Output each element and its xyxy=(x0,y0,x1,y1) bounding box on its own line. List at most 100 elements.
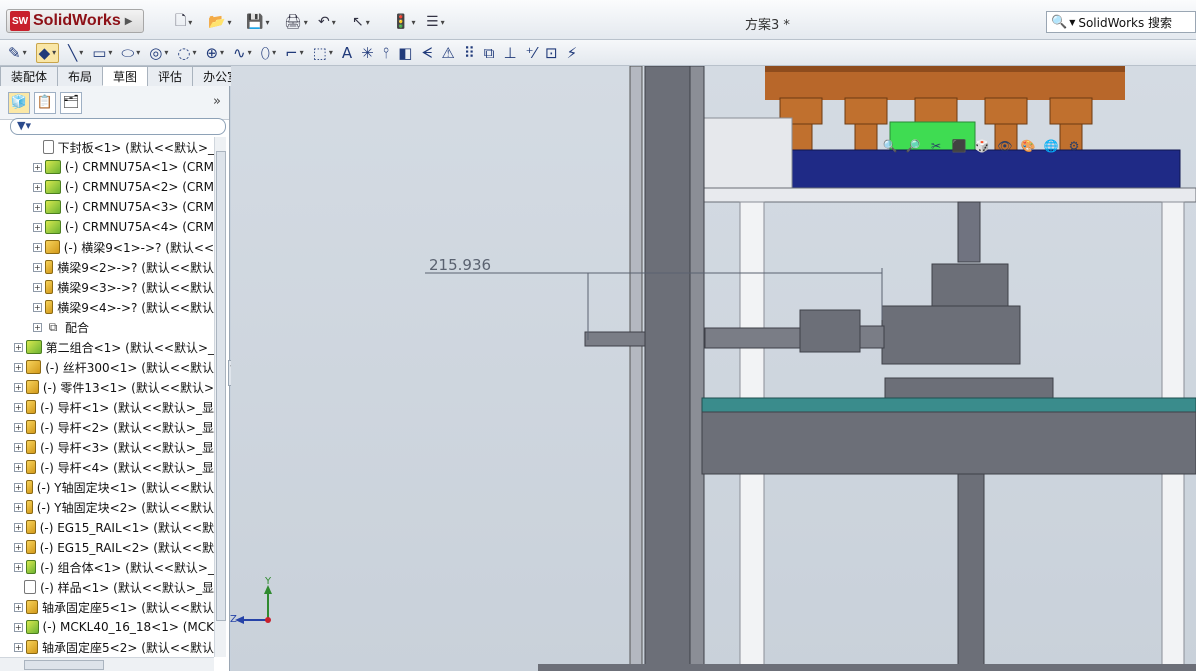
print-icon[interactable]: 🖨 ▾ xyxy=(284,12,308,32)
tab-3[interactable]: 评估 xyxy=(147,66,194,86)
mirror-icon[interactable]: ᗕ xyxy=(421,44,432,62)
tree-item[interactable]: + 横梁9<2>->? (默认<<默认 xyxy=(0,257,214,277)
trim-icon[interactable]: ⫯ xyxy=(383,44,390,62)
search-input[interactable]: SolidWorks 搜索 xyxy=(1078,14,1172,31)
chevron-down-icon[interactable]: ▾ xyxy=(79,48,83,57)
expand-icon[interactable]: + xyxy=(14,362,23,372)
tree-item[interactable]: + (-) CRMNU75A<2> (CRM xyxy=(0,177,214,197)
expand-icon[interactable]: + xyxy=(33,302,42,312)
tab-2[interactable]: 草图 xyxy=(102,66,149,86)
rebuild-icon[interactable]: 🚦 ▾ xyxy=(392,12,415,32)
scroll-thumb[interactable] xyxy=(24,660,104,670)
tree-item[interactable]: + (-) 导杆<1> (默认<<默认>_显 xyxy=(0,397,214,417)
move-icon[interactable]: ⧉ xyxy=(484,44,495,62)
expand-icon[interactable]: + xyxy=(14,382,23,392)
expand-icon[interactable]: + xyxy=(33,162,42,172)
circle-icon[interactable]: ◎ ▾ xyxy=(149,44,168,62)
chevron-down-icon[interactable]: ▾ xyxy=(192,48,196,57)
text-icon[interactable]: A xyxy=(342,44,352,62)
tree-item[interactable]: + (-) 导杆<2> (默认<<默认>_显 xyxy=(0,417,214,437)
zoom-to-fit-icon[interactable]: 🔍 xyxy=(881,137,899,155)
new-file-icon[interactable]: 🗋 ▾ xyxy=(175,12,192,32)
fillet-icon[interactable]: ⌐ ▾ xyxy=(285,44,304,62)
tree-item[interactable]: + (-) 横梁9<1>->? (默认<< xyxy=(0,237,214,257)
line-icon[interactable]: ╲ ▾ xyxy=(68,44,83,62)
tab-1[interactable]: 布局 xyxy=(57,66,104,86)
chevron-down-icon[interactable]: ▾ xyxy=(265,18,269,27)
edit-appearance-icon[interactable]: 🎨 xyxy=(1019,137,1037,155)
relations-icon[interactable]: ⊥ xyxy=(504,44,517,62)
expand-icon[interactable]: + xyxy=(33,322,42,332)
graphics-area[interactable]: 🔍 🔎 ✂ ⬛ 🎲 👁 🎨 🌐 ⚙ xyxy=(231,66,1196,671)
chevron-down-icon[interactable]: ▾ xyxy=(23,48,27,57)
vertical-scrollbar[interactable] xyxy=(214,137,226,657)
chevron-down-icon[interactable]: ▾ xyxy=(304,18,308,27)
tree-item[interactable]: + (-) Y轴固定块<2> (默认<<默认 xyxy=(0,497,214,517)
tree-item[interactable]: + 横梁9<4>->? (默认<<默认 xyxy=(0,297,214,317)
rapid-sketch-icon[interactable]: ⚡ xyxy=(567,44,578,62)
filter-field[interactable]: ▼▾ xyxy=(10,118,226,135)
tree-item[interactable]: + (-) 导杆<3> (默认<<默认>_显 xyxy=(0,437,214,457)
chevron-down-icon[interactable]: ▼ xyxy=(1069,18,1075,27)
expand-icon[interactable]: + xyxy=(14,522,23,532)
view-orientation-icon[interactable]: ⬛ xyxy=(950,137,968,155)
tree-item[interactable]: (-) 样品<1> (默认<<默认>_显 xyxy=(0,577,214,597)
search-icon[interactable]: 🔍 xyxy=(1051,15,1067,30)
undo-icon[interactable]: ↶ ▾ xyxy=(318,12,336,32)
chevron-down-icon[interactable]: ▾ xyxy=(164,48,168,57)
search-box[interactable]: 🔍 ▼ SolidWorks 搜索 xyxy=(1046,11,1196,33)
options-icon[interactable]: ☰ ▾ xyxy=(426,12,445,32)
smart-dimension-icon[interactable]: ◆ ▾ xyxy=(35,42,60,63)
zoom-area-icon[interactable]: 🔎 xyxy=(904,137,922,155)
expand-panel-icon[interactable]: » xyxy=(213,94,221,109)
tree-item[interactable]: + (-) EG15_RAIL<1> (默认<<默 xyxy=(0,517,214,537)
tree-item[interactable]: + (-) CRMNU75A<4> (CRM xyxy=(0,217,214,237)
configuration-manager-icon[interactable]: 🗂 xyxy=(60,91,82,114)
feature-manager-icon[interactable]: 🧊 xyxy=(8,91,30,114)
tree-item[interactable]: + (-) 丝杆300<1> (默认<<默认 xyxy=(0,357,214,377)
expand-icon[interactable]: + xyxy=(14,482,23,492)
expand-icon[interactable]: + xyxy=(14,502,23,512)
tree-item[interactable]: + (-) CRMNU75A<1> (CRM xyxy=(0,157,214,177)
expand-icon[interactable]: + xyxy=(14,622,23,632)
horizontal-scrollbar[interactable] xyxy=(0,657,214,671)
sketch-tool-icon[interactable]: ✎ ▾ xyxy=(8,44,27,62)
solidworks-menu-button[interactable]: SW SolidWorks ▶ xyxy=(6,9,144,33)
tree-item[interactable]: + (-) CRMNU75A<3> (CRM xyxy=(0,197,214,217)
expand-icon[interactable]: + xyxy=(33,222,42,232)
dimension-value[interactable]: 215.936 xyxy=(429,256,491,274)
repair-icon[interactable]: ⁺⁄ xyxy=(526,44,536,62)
point-icon[interactable]: ✳ xyxy=(361,44,374,62)
tree-item[interactable]: + (-) 组合体<1> (默认<<默认>_ xyxy=(0,557,214,577)
tree-item[interactable]: + (-) MCKL40_16_18<1> (MCK xyxy=(0,617,214,637)
expand-icon[interactable]: + xyxy=(14,642,23,652)
chevron-down-icon[interactable]: ▾ xyxy=(300,48,304,57)
chevron-down-icon[interactable]: ▾ xyxy=(329,48,333,57)
apply-scene-icon[interactable]: 🌐 xyxy=(1042,137,1060,155)
quick-snaps-icon[interactable]: ⊡ xyxy=(545,44,558,62)
tree-item[interactable]: + 轴承固定座5<2> (默认<<默认 xyxy=(0,637,214,657)
tree-item[interactable]: 下封板<1> (默认<<默认>_ xyxy=(0,137,214,157)
tree-item[interactable]: + 轴承固定座5<1> (默认<<默认 xyxy=(0,597,214,617)
open-file-icon[interactable]: 📂 ▾ xyxy=(208,12,231,32)
chevron-down-icon[interactable]: ▾ xyxy=(272,48,276,57)
expand-icon[interactable]: + xyxy=(33,182,42,192)
expand-icon[interactable]: + xyxy=(14,422,23,432)
spline-icon[interactable]: ∿ ▾ xyxy=(233,44,252,62)
hide-show-icon[interactable]: 👁 xyxy=(996,137,1014,155)
tree-item[interactable]: + (-) EG15_RAIL<2> (默认<<默 xyxy=(0,537,214,557)
pattern-icon[interactable]: ⠿ xyxy=(464,44,475,62)
polygon-icon[interactable]: ⊕ ▾ xyxy=(205,44,224,62)
expand-icon[interactable]: + xyxy=(14,562,23,572)
view-settings-icon[interactable]: ⚙ xyxy=(1065,137,1083,155)
expand-icon[interactable]: + xyxy=(33,242,42,252)
expand-icon[interactable]: + xyxy=(14,542,23,552)
display-style-icon[interactable]: 🎲 xyxy=(973,137,991,155)
tree-item[interactable]: + 第二组合<1> (默认<<默认>_ xyxy=(0,337,214,357)
expand-icon[interactable]: + xyxy=(14,442,23,452)
expand-icon[interactable]: + xyxy=(14,602,23,612)
scroll-thumb[interactable] xyxy=(216,151,226,621)
tree-item[interactable]: + 横梁9<3>->? (默认<<默认 xyxy=(0,277,214,297)
save-icon[interactable]: 💾 ▾ xyxy=(246,12,269,32)
rectangle-icon[interactable]: ▭ ▾ xyxy=(92,44,112,62)
